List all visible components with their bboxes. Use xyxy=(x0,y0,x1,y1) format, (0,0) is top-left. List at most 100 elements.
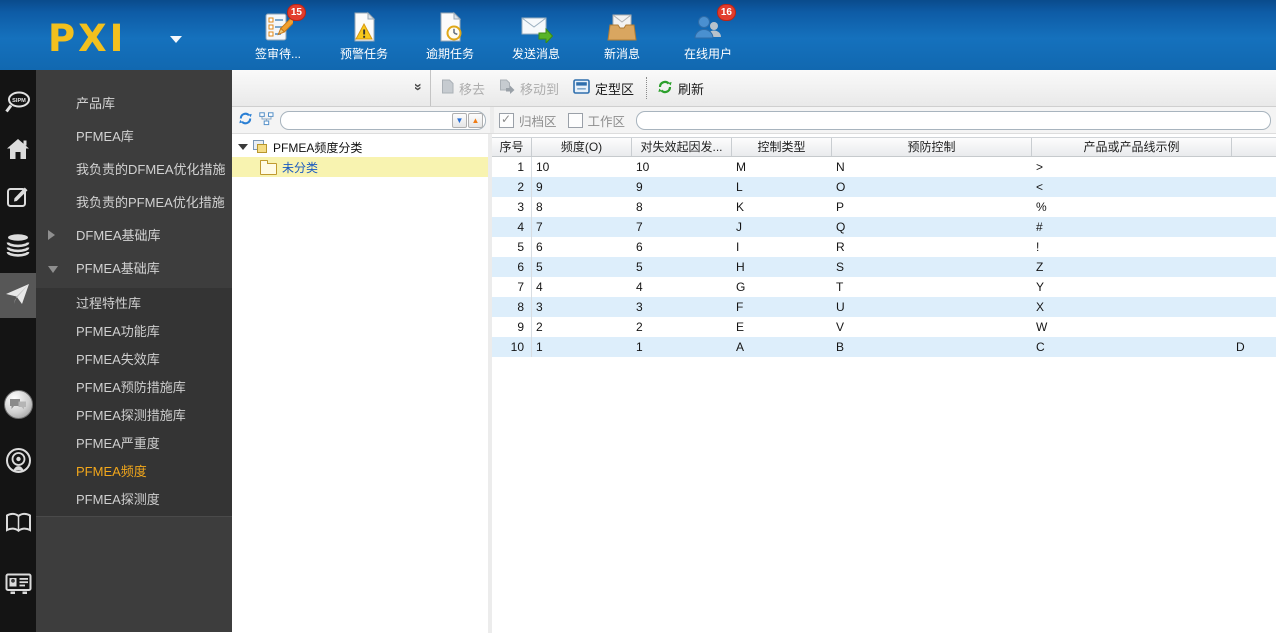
table-cell: 6 xyxy=(536,240,543,254)
broadcast-icon[interactable] xyxy=(0,447,36,474)
finalize-zone-button[interactable]: 定型区 xyxy=(573,79,634,98)
tree-refresh-icon[interactable] xyxy=(238,111,253,129)
table-row[interactable]: 2 9 9 L O < xyxy=(492,177,1276,197)
table-cell: 9 xyxy=(636,180,643,194)
table-cell: Y xyxy=(1036,280,1045,294)
table-cell: ! xyxy=(1036,240,1040,254)
table-row[interactable]: 4 7 7 J Q # xyxy=(492,217,1276,237)
remove-button[interactable]: 移去 xyxy=(441,79,485,98)
table-row[interactable]: 922EVW xyxy=(492,317,1276,337)
overdue-task-icon xyxy=(419,7,481,43)
column-header[interactable]: 控制类型 xyxy=(732,138,832,156)
table-cell xyxy=(1232,257,1276,277)
sidebar-item-label: 产品库 xyxy=(76,96,116,111)
table-row[interactable]: 833FUX xyxy=(492,297,1276,317)
chat-icon[interactable] xyxy=(0,390,36,419)
sidebar-subitem[interactable]: PFMEA探测措施库 xyxy=(36,402,232,430)
tree-collapse-caret-icon[interactable] xyxy=(238,144,248,150)
svg-text:SIPM: SIPM xyxy=(12,98,26,104)
column-header[interactable] xyxy=(1232,138,1276,156)
app-logo: PXI xyxy=(48,17,127,60)
toolbar-separator xyxy=(646,77,648,99)
refresh-button[interactable]: 刷新 xyxy=(657,79,704,98)
table-cell: O xyxy=(836,180,846,194)
column-header[interactable]: 序号 xyxy=(492,138,532,156)
table-filter-input[interactable] xyxy=(636,110,1271,130)
table-cell: 8 xyxy=(536,200,543,214)
table-body: 1 10 10 M N >2 9 9 L O <3 8 8 K P% 4 7 7 J Q #5 6 6 I R! 6 5 5 H S Z 7 4… xyxy=(492,157,1276,357)
sidebar-subitem-selected[interactable]: PFMEA频度 xyxy=(36,458,232,486)
table-cell: J xyxy=(736,220,742,234)
table-row[interactable]: 1 10 10 M N > xyxy=(492,157,1276,177)
table-cell: E xyxy=(736,320,745,334)
sipm-search-icon[interactable]: SIPM xyxy=(0,90,36,116)
table-cell: 9 xyxy=(492,317,532,337)
send-plane-icon[interactable] xyxy=(0,283,36,307)
home-icon[interactable] xyxy=(0,138,36,160)
book-icon[interactable] xyxy=(0,512,36,534)
table-row[interactable]: 10 1 1 A B C D xyxy=(492,337,1276,357)
toolbar-item-warning-tasks[interactable]: 预警任务 xyxy=(333,7,395,62)
column-header[interactable]: 产品或产品线示例 xyxy=(1032,138,1232,156)
table-cell: D xyxy=(1236,340,1245,354)
table-cell: 6 xyxy=(492,257,532,277)
tree-node-uncategorized[interactable]: 未分类 xyxy=(232,157,488,177)
table-row[interactable]: 655HSZ xyxy=(492,257,1276,277)
top-bar: PXI 15 签审待... 预警任务 逾期任务 发送消息 新消息 16 在线用户 xyxy=(0,0,1276,70)
table-cell: 5 xyxy=(492,237,532,257)
database-icon[interactable] xyxy=(0,233,36,257)
sidebar-item[interactable]: PFMEA库 xyxy=(36,120,232,153)
sidebar-item[interactable]: 产品库 xyxy=(36,87,232,120)
toolbar-item-label: 新消息 xyxy=(603,47,640,61)
tree-node-root[interactable]: PFMEA频度分类 xyxy=(232,137,488,157)
tree-header: ▼ ▲ xyxy=(232,107,494,133)
logo-dropdown-caret-icon[interactable] xyxy=(170,36,182,43)
table-cell: H xyxy=(736,260,745,274)
search-up-button[interactable]: ▲ xyxy=(468,112,483,128)
tree-search-wrap: ▼ ▲ xyxy=(280,110,486,130)
toolbar-item-label: 逾期任务 xyxy=(425,47,474,61)
search-down-button[interactable]: ▼ xyxy=(452,112,467,128)
tree-structure-icon[interactable] xyxy=(259,111,274,129)
table-cell: S xyxy=(836,260,845,274)
contact-card-icon[interactable] xyxy=(0,572,36,595)
toolbar-item-online-users[interactable]: 16 在线用户 xyxy=(677,4,739,62)
sidebar-subitem[interactable]: PFMEA失效库 xyxy=(36,346,232,374)
toolbar-item-new-message[interactable]: 新消息 xyxy=(591,7,653,62)
table-cell xyxy=(1232,217,1276,237)
table-cell: Z xyxy=(1036,260,1044,274)
sidebar-subitem[interactable]: PFMEA预防措施库 xyxy=(36,374,232,402)
toolbar-combo[interactable]: » xyxy=(236,70,431,106)
sidebar-subitem[interactable]: PFMEA严重度 xyxy=(36,430,232,458)
collapse-arrow-icon[interactable] xyxy=(48,266,58,273)
sidebar-subitem[interactable]: PFMEA功能库 xyxy=(36,318,232,346)
archive-zone-checkbox[interactable] xyxy=(499,112,514,128)
table-cell: 3 xyxy=(536,300,543,314)
chat-circle xyxy=(3,390,33,419)
sidebar-subitem[interactable]: PFMEA探测度 xyxy=(36,486,232,514)
toolbar-item-send-message[interactable]: 发送消息 xyxy=(505,7,567,62)
sidebar-subitem[interactable]: 过程特性库 xyxy=(36,290,232,318)
sidebar-item[interactable]: DFMEA基础库 xyxy=(36,219,232,252)
table-cell: > xyxy=(1036,160,1044,174)
column-header[interactable]: 预防控制 xyxy=(832,138,1032,156)
column-header[interactable]: 对失效起因发... xyxy=(632,138,732,156)
expand-arrow-icon[interactable] xyxy=(48,230,55,240)
column-header[interactable]: 频度(O) xyxy=(532,138,632,156)
table-cell: L xyxy=(736,180,743,194)
toolbar-item-overdue-tasks[interactable]: 逾期任务 xyxy=(419,7,481,62)
toolbar-item-sign-review[interactable]: 15 签审待... xyxy=(247,4,309,62)
sidebar-item[interactable]: PFMEA基础库 xyxy=(36,252,232,285)
work-zone-checkbox[interactable] xyxy=(567,112,583,128)
edit-icon[interactable] xyxy=(0,185,36,209)
table-row[interactable]: 5 6 6 I R! xyxy=(492,237,1276,257)
table-cell xyxy=(1232,317,1276,337)
table-row[interactable]: 744GTY xyxy=(492,277,1276,297)
table-cell: 2 xyxy=(492,177,532,197)
double-chevron-down-icon[interactable]: » xyxy=(411,83,427,91)
sidebar-item[interactable]: 我负责的DFMEA优化措施 xyxy=(36,153,232,186)
sidebar-item[interactable]: 我负责的PFMEA优化措施 xyxy=(36,186,232,219)
move-to-button[interactable]: 移动到 xyxy=(499,79,559,98)
main-toolbar: » 移去 移动到 定型区 刷新 xyxy=(232,70,1276,107)
table-row[interactable]: 3 8 8 K P% xyxy=(492,197,1276,217)
